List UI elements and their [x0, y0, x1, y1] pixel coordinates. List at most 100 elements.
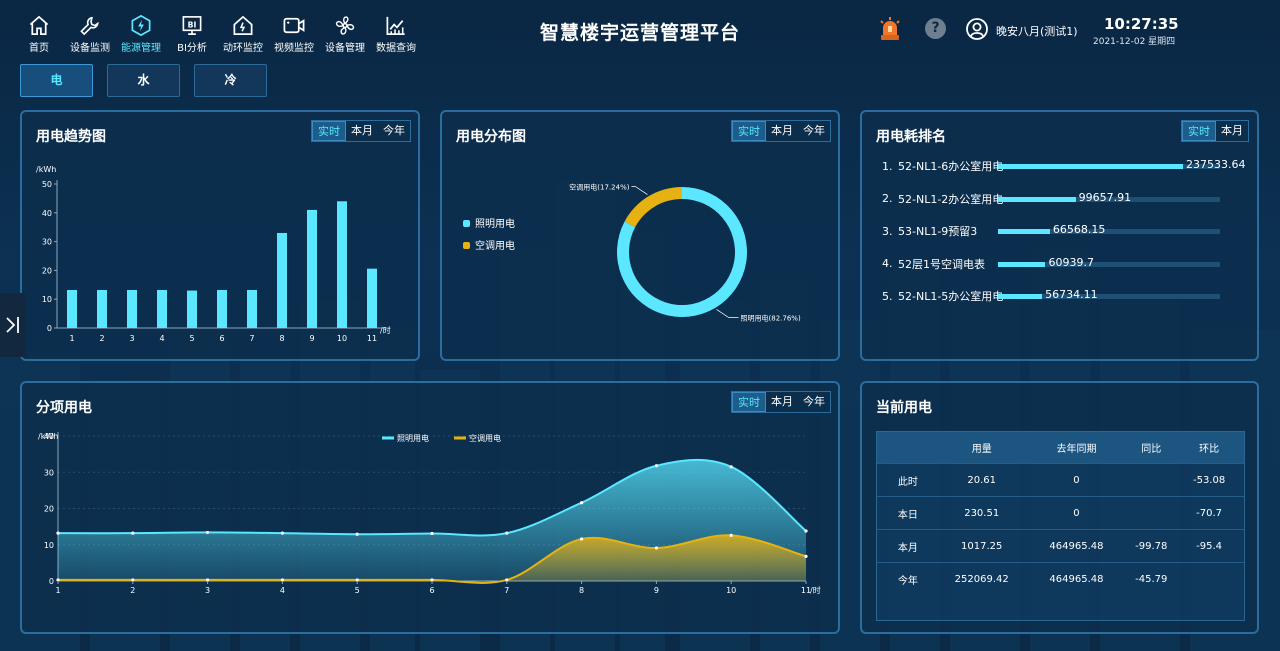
range-tab[interactable]: 实时 [732, 392, 766, 412]
house-icon [233, 15, 253, 35]
power-distribution-panel: 用电分布图 实时 本月 今年 照明用电(82.76%) 空调用电(17.24%) 照明用… [440, 110, 840, 361]
range-tab[interactable]: 本月 [766, 121, 798, 141]
energy-type-tab[interactable]: 电 [20, 64, 93, 97]
nav-item[interactable]: 能源管理 [116, 14, 166, 54]
x-tick-label: 11 [367, 334, 377, 343]
slice-label: 空调用电(17.24%) [569, 183, 629, 192]
table-cell: 464965.48 [1049, 573, 1104, 585]
user-avatar-icon[interactable] [966, 18, 988, 40]
nav-item[interactable]: 动环监控 [218, 14, 268, 54]
help-icon[interactable]: ? [925, 18, 946, 39]
data-point [280, 531, 284, 535]
x-tick-label: 6 [429, 586, 434, 595]
y-tick-label: 0 [47, 324, 52, 333]
bar [187, 290, 197, 328]
user-name[interactable]: 晚安八月(测试1) [996, 23, 1078, 39]
bar [307, 209, 317, 328]
range-tab[interactable]: 实时 [1182, 121, 1216, 141]
rank-value: 56734.11 [1045, 288, 1098, 301]
leader-line [716, 309, 739, 318]
nav-item[interactable]: 设备监测 [65, 14, 115, 54]
main-nav: 首页 设备监测 能源管理 BI BI分析 动环监控 视频监控 设备管理 数据查询 [14, 14, 422, 54]
rank-meter-name: 53-NL1-9预留3 [898, 225, 978, 238]
range-tab[interactable]: 本月 [766, 392, 798, 412]
y-axis-label: /kWh [36, 165, 56, 174]
range-tab[interactable]: 实时 [732, 121, 766, 141]
donut-slice [624, 187, 682, 228]
rank-bar-fill [998, 261, 1046, 267]
distribution-donut-chart: 照明用电(82.76%) 空调用电(17.24%) 照明用电空调用电 [463, 183, 801, 322]
table-cell: -95.4 [1196, 540, 1223, 552]
x-tick-label: 9 [309, 334, 314, 343]
wrench-icon [80, 16, 99, 36]
y-tick-label: 0 [49, 577, 54, 586]
fan-icon [335, 16, 355, 35]
x-tick-label: 5 [355, 586, 360, 595]
data-point [131, 531, 135, 535]
nav-item[interactable]: 视频监控 [269, 14, 319, 54]
data-point [580, 537, 584, 541]
range-tab[interactable]: 实时 [312, 121, 346, 141]
svg-text:BI: BI [188, 20, 197, 29]
trend-bar-chart: /kWh/时 0 10 20 30 40 50 1 2 3 4 5 6 7 8 9 10 11 [36, 165, 391, 343]
rank-index: 2. [882, 192, 893, 205]
current-power-table: 用量 去年同期 同比 环比 此时 20.61 0 -53.08 本日 230.51 0 -70.7 本月… [876, 431, 1245, 621]
rank-meter-name: 52-NL1-6办公室用电 [898, 160, 1004, 173]
x-tick-label: 2 [99, 334, 104, 343]
clock-time: 10:27:35 [1104, 15, 1179, 33]
nav-item[interactable]: 首页 [14, 14, 64, 54]
nav-item-label: 设备监测 [70, 43, 110, 54]
rank-bar-fill [998, 164, 1183, 169]
rank-bar-fill [998, 196, 1076, 202]
ranking-row[interactable]: 5. 52-NL1-5办公室用电 56734.11 [882, 288, 1252, 304]
ranking-row[interactable]: 2. 52-NL1-2办公室用电 99657.91 [882, 191, 1252, 207]
x-tick-label: 9 [654, 586, 659, 595]
rank-value: 60939.7 [1048, 255, 1094, 269]
data-point [505, 531, 509, 535]
x-axis-label: /时 [810, 585, 821, 595]
bar [217, 289, 227, 328]
panel-title: 用电耗排名 [876, 129, 946, 145]
energy-type-tab[interactable]: 冷 [194, 64, 267, 97]
range-tab[interactable]: 本月 [1216, 121, 1248, 141]
range-tab[interactable]: 今年 [798, 392, 830, 412]
table-cell: 0 [1073, 474, 1080, 486]
range-tab[interactable]: 今年 [378, 121, 410, 141]
bar [277, 232, 287, 328]
row-label: 本日 [897, 509, 918, 521]
current-power-panel: 当前用电 用量 去年同期 同比 环比 此时 20.61 0 -53.08 本日 230.51 0 -7… [860, 381, 1259, 634]
y-tick-label: 10 [42, 295, 52, 304]
ranking-row[interactable]: 3. 53-NL1-9预留3 66568.15 [882, 223, 1252, 239]
x-tick-label: 3 [205, 586, 210, 595]
ranking-row[interactable]: 4. 52层1号空调电表 60939.7 [882, 256, 1252, 272]
nav-item[interactable]: BI BI分析 [167, 14, 217, 54]
bar [337, 201, 347, 328]
bar [127, 289, 137, 328]
table-cell: -70.7 [1196, 507, 1223, 519]
panel-title: 用电分布图 [456, 129, 526, 145]
legend-label: 空调用电 [469, 433, 501, 443]
x-tick-label: 6 [219, 334, 224, 343]
range-tab[interactable]: 本月 [346, 121, 378, 141]
chart-icon [386, 16, 405, 35]
rank-bar-track [998, 294, 1220, 299]
nav-item[interactable]: 设备管理 [320, 14, 370, 54]
energy-type-tab[interactable]: 水 [107, 64, 180, 97]
nav-item-label: 动环监控 [223, 43, 263, 54]
rank-value: 66568.15 [1052, 223, 1106, 236]
bar [367, 268, 377, 328]
bar [247, 289, 257, 328]
ranking-row[interactable]: 1. 52-NL1-6办公室用电 237533.64 [882, 158, 1252, 174]
sidebar-toggle[interactable] [0, 293, 26, 357]
rank-index: 5. [882, 289, 893, 303]
table-row: 今年 252069.42 464965.48 -45.79 [877, 562, 1244, 595]
range-tab[interactable]: 今年 [798, 121, 830, 141]
table-cell: -99.78 [1135, 540, 1168, 552]
data-point [580, 501, 584, 505]
legend-label: 照明用电 [397, 433, 429, 443]
data-point [654, 546, 659, 550]
x-tick-label: 2 [130, 586, 135, 595]
alarm-icon[interactable] [878, 16, 902, 42]
nav-item[interactable]: 数据查询 [371, 14, 421, 54]
y-tick-label: 20 [44, 505, 54, 514]
